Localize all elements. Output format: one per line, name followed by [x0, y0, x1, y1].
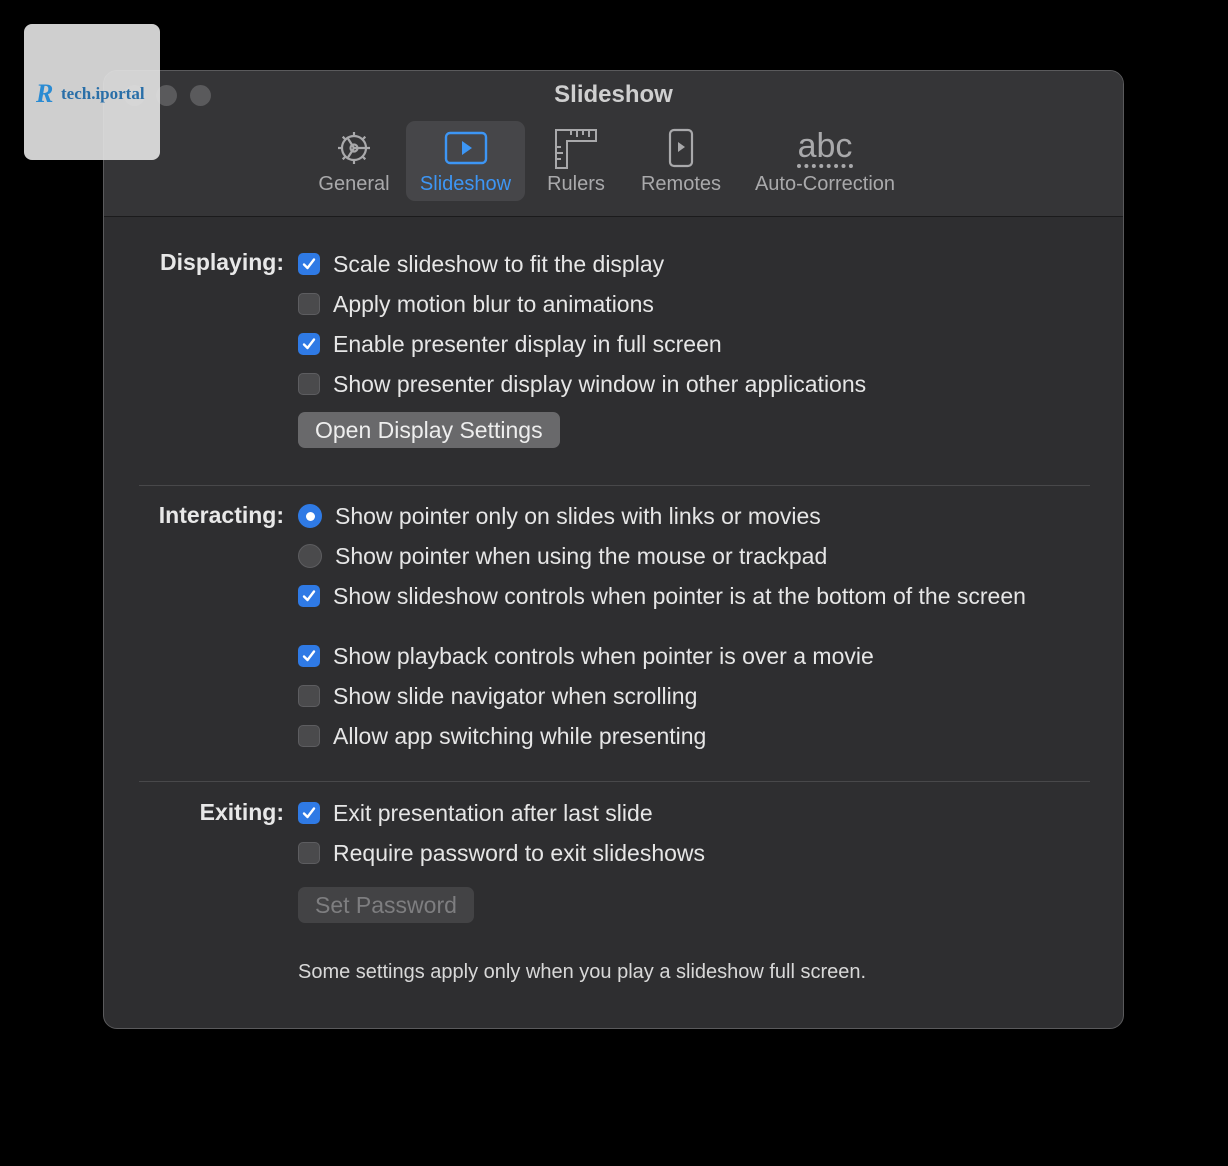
tab-auto-correction-label: Auto-Correction — [754, 173, 896, 195]
radio-button-unselected[interactable] — [298, 544, 322, 568]
option-label: Show slideshow controls when pointer is … — [333, 582, 1026, 609]
abc-icon: abc — [744, 127, 906, 169]
checkbox-unchecked[interactable] — [298, 373, 320, 395]
radio-button-selected[interactable] — [298, 504, 322, 528]
abc-icon-text: abc — [797, 126, 853, 165]
tab-general[interactable]: General — [308, 121, 400, 201]
gear-icon — [308, 127, 400, 169]
checkmark-icon — [302, 650, 316, 662]
checkmark-icon — [302, 807, 316, 819]
option-label: Show pointer only on slides with links o… — [335, 502, 821, 529]
checkbox-unchecked[interactable] — [298, 725, 320, 747]
option-app-switching[interactable]: Allow app switching while presenting — [298, 723, 706, 749]
play-icon — [406, 127, 525, 169]
tab-slideshow-label: Slideshow — [419, 173, 512, 195]
option-label: Show pointer when using the mouse or tra… — [335, 542, 828, 569]
radio-pointer-links-movies[interactable]: Show pointer only on slides with links o… — [298, 503, 821, 529]
watermark-logo: R tech.iportal — [24, 24, 160, 160]
option-slideshow-controls[interactable]: Show slideshow controls when pointer is … — [298, 583, 1026, 609]
watermark-text: tech.iportal — [61, 84, 145, 103]
option-label: Scale slideshow to fit the display — [333, 250, 665, 277]
option-require-password[interactable]: Require password to exit slideshows — [298, 840, 705, 866]
checkbox-checked[interactable] — [298, 802, 320, 824]
interacting-label: Interacting: — [158, 502, 284, 528]
checkbox-unchecked[interactable] — [298, 842, 320, 864]
tab-remotes-label: Remotes — [640, 173, 722, 195]
tab-remotes[interactable]: Remotes — [634, 121, 728, 201]
option-label: Show playback controls when pointer is o… — [333, 642, 874, 669]
abc-icon-dots — [797, 163, 853, 168]
option-playback-controls[interactable]: Show playback controls when pointer is o… — [298, 643, 874, 669]
option-label: Exit presentation after last slide — [333, 799, 653, 826]
section-divider — [139, 781, 1090, 782]
option-exit-after-last-slide[interactable]: Exit presentation after last slide — [298, 800, 653, 826]
section-divider — [139, 485, 1090, 486]
checkbox-unchecked[interactable] — [298, 685, 320, 707]
option-label: Show slide navigator when scrolling — [333, 682, 698, 709]
displaying-label: Displaying: — [160, 249, 284, 275]
iphone-remote-icon — [634, 127, 728, 169]
tab-auto-correction[interactable]: abc Auto-Correction — [744, 121, 906, 201]
checkmark-icon — [302, 338, 316, 350]
checkbox-checked[interactable] — [298, 253, 320, 275]
radio-pointer-mouse[interactable]: Show pointer when using the mouse or tra… — [298, 543, 827, 569]
option-label: Show presenter display window in other a… — [333, 370, 867, 397]
tab-rulers[interactable]: Rulers — [534, 121, 618, 201]
option-presenter-full-screen[interactable]: Enable presenter display in full screen — [298, 331, 722, 357]
option-motion-blur[interactable]: Apply motion blur to animations — [298, 291, 654, 317]
checkbox-checked[interactable] — [298, 645, 320, 667]
set-password-button: Set Password — [298, 887, 474, 923]
tab-slideshow[interactable]: Slideshow — [406, 121, 525, 201]
option-presenter-window[interactable]: Show presenter display window in other a… — [298, 371, 866, 397]
checkmark-icon — [302, 590, 316, 602]
checkbox-checked[interactable] — [298, 333, 320, 355]
option-label: Enable presenter display in full screen — [333, 330, 722, 357]
checkmark-icon — [302, 258, 316, 270]
watermark-mark: R — [36, 79, 54, 108]
window-title: Slideshow — [554, 81, 673, 108]
ruler-icon — [534, 127, 618, 169]
open-display-settings-button[interactable]: Open Display Settings — [298, 412, 560, 448]
tab-general-label: General — [318, 173, 390, 195]
preferences-window: Slideshow General Slideshow Rulers Remot… — [103, 70, 1124, 1029]
option-scale-slideshow[interactable]: Scale slideshow to fit the display — [298, 251, 664, 277]
checkbox-unchecked[interactable] — [298, 293, 320, 315]
exiting-label: Exiting: — [199, 799, 284, 825]
window-toolbar: Slideshow General Slideshow Rulers Remot… — [104, 71, 1123, 217]
footnote-text: Some settings apply only when you play a… — [298, 961, 867, 983]
option-label: Require password to exit slideshows — [333, 839, 706, 866]
option-slide-navigator[interactable]: Show slide navigator when scrolling — [298, 683, 697, 709]
tab-rulers-label: Rulers — [547, 173, 605, 195]
checkbox-checked[interactable] — [298, 585, 320, 607]
option-label: Apply motion blur to animations — [333, 290, 654, 317]
option-label: Allow app switching while presenting — [333, 722, 707, 749]
